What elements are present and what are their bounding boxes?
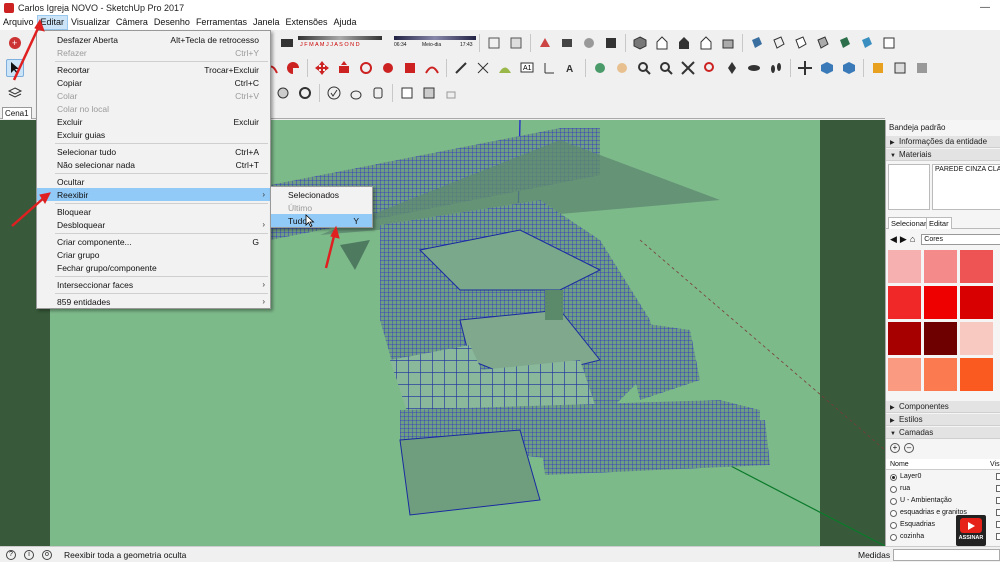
material-preview: [888, 164, 930, 210]
layer-name: cozinha: [900, 533, 925, 540]
collapse-triangle-icon: ▼: [890, 431, 896, 437]
red-arrow-2: [11, 195, 47, 227]
remove-layer-icon[interactable]: –: [904, 443, 914, 453]
collapse-triangle-icon: ▼: [890, 153, 896, 159]
color-swatch[interactable]: [960, 250, 993, 283]
color-swatch[interactable]: [924, 250, 957, 283]
expand-triangle-icon: ▶: [890, 418, 895, 424]
red-arrow-3: [324, 231, 337, 269]
layer-row[interactable]: rua: [886, 483, 1000, 495]
layer-col-visible: Visí: [990, 461, 1000, 468]
color-swatch[interactable]: [888, 286, 921, 319]
layer-row[interactable]: U - Ambientação: [886, 495, 1000, 507]
material-nav-row: ◀ ▶ ⌂ Cores: [890, 233, 1000, 245]
geo-location-icon[interactable]: ?: [6, 550, 16, 560]
expand-triangle-icon: ▶: [890, 405, 895, 411]
color-swatch[interactable]: [960, 286, 993, 319]
layer-active-radio[interactable]: [890, 486, 897, 493]
subscribe-label: ASSINAR: [958, 535, 984, 541]
tab-select[interactable]: Selecionar: [888, 217, 930, 229]
user-icon[interactable]: o: [42, 550, 52, 560]
tray-title: Bandeja padrão: [889, 123, 946, 132]
layer-row[interactable]: Layer0: [886, 471, 1000, 483]
color-swatch[interactable]: [924, 286, 957, 319]
layer-col-name: Nome: [890, 461, 909, 468]
layer-name: U - Ambientação: [900, 497, 952, 504]
layer-active-radio[interactable]: [890, 474, 897, 481]
layer-tools: + –: [890, 443, 914, 453]
subscribe-badge[interactable]: ASSINAR: [956, 515, 986, 546]
layers-header: Nome Visí: [886, 459, 1000, 470]
materials-label: Materiais: [899, 150, 932, 159]
materials-tabs: Selecionar Editar: [886, 216, 1000, 229]
layer-active-radio[interactable]: [890, 534, 897, 541]
layer-active-radio[interactable]: [890, 522, 897, 529]
color-swatch[interactable]: [888, 322, 921, 355]
entity-info-label: Informações da entidade: [899, 137, 988, 146]
library-select[interactable]: Cores: [921, 233, 1000, 245]
measurements-box[interactable]: [893, 549, 1000, 561]
styles-label: Estilos: [899, 415, 923, 424]
layer-name: Layer0: [900, 473, 922, 480]
layer-active-radio[interactable]: [890, 498, 897, 505]
color-swatch[interactable]: [924, 322, 957, 355]
status-bar: ? i o Reexibir toda a geometria oculta M…: [0, 546, 1000, 562]
expand-triangle-icon: ▶: [890, 140, 895, 146]
material-name-field[interactable]: PAREDE CINZA CLARO: [932, 164, 1000, 210]
color-swatch[interactable]: [924, 358, 957, 391]
annotation-arrows: [11, 18, 340, 269]
default-tray: Bandeja padrão ▶ Informações da entidade …: [885, 120, 1000, 546]
home-icon[interactable]: ⌂: [910, 234, 915, 244]
layer-visible-checkbox[interactable]: [996, 497, 1000, 504]
add-layer-icon[interactable]: +: [890, 443, 900, 453]
color-swatch[interactable]: [960, 358, 993, 391]
red-arrow-1: [12, 23, 42, 81]
back-arrow-icon[interactable]: ◀: [890, 234, 897, 245]
components-section[interactable]: ▶ Componentes: [886, 401, 1000, 413]
layers-section[interactable]: ▼ Camadas: [886, 427, 1000, 439]
layer-visible-checkbox[interactable]: [996, 485, 1000, 492]
red-arrow-3-head: [330, 225, 340, 239]
entity-info-section[interactable]: ▶ Informações da entidade: [886, 136, 1000, 148]
layer-visible-checkbox[interactable]: [996, 473, 1000, 480]
measurements-label: Medidas: [858, 550, 891, 560]
layer-name: Esquadrias: [900, 521, 936, 528]
youtube-play-icon: [960, 518, 982, 533]
forward-arrow-icon[interactable]: ▶: [900, 234, 907, 245]
layer-active-radio[interactable]: [890, 510, 897, 517]
color-swatch[interactable]: [960, 322, 993, 355]
status-message: Reexibir toda a geometria oculta: [64, 550, 187, 560]
layers-label: Camadas: [899, 428, 934, 437]
color-palette: [888, 250, 1000, 396]
materials-section[interactable]: ▼ Materiais: [886, 149, 1000, 161]
color-swatch[interactable]: [888, 250, 921, 283]
layer-visible-checkbox[interactable]: [996, 509, 1000, 516]
layer-name: rua: [900, 485, 911, 492]
layer-visible-checkbox[interactable]: [996, 533, 1000, 540]
color-swatch[interactable]: [888, 358, 921, 391]
layer-visible-checkbox[interactable]: [996, 521, 1000, 528]
components-label: Componentes: [899, 402, 949, 411]
tab-edit[interactable]: Editar: [926, 217, 952, 229]
credits-icon[interactable]: i: [24, 550, 34, 560]
styles-section[interactable]: ▶ Estilos: [886, 414, 1000, 426]
